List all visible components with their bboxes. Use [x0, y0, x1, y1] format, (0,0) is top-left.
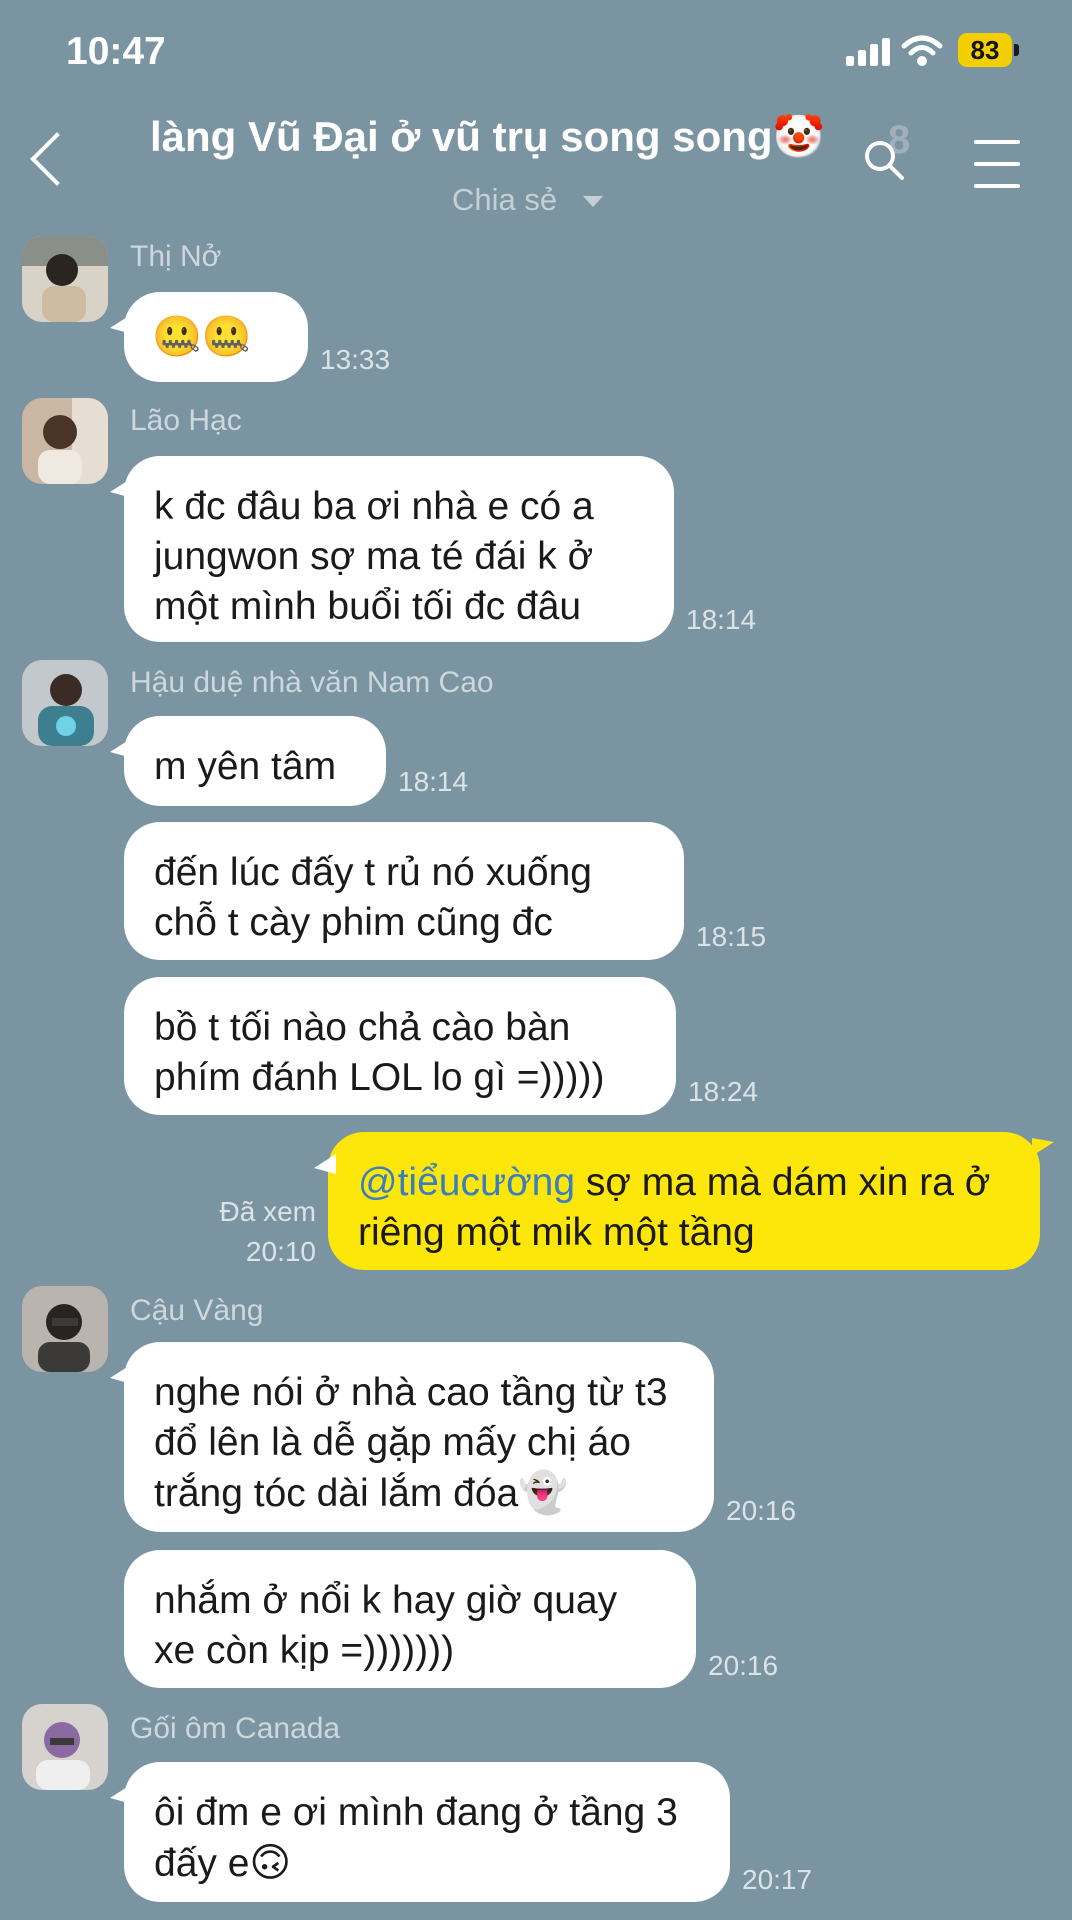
menu-icon[interactable] [974, 140, 1020, 190]
own-message-bubble[interactable]: @tiểucường sợ ma mà dám xin ra ở riêng m… [314, 1132, 1054, 1270]
message-bubble[interactable]: k đc đâu ba ơi nhà e có a jungwon sợ ma … [110, 456, 674, 642]
clown-emoji: 🤡 [772, 112, 825, 161]
message-time: 13:33 [320, 344, 391, 375]
message-text: 🤐🤐 [152, 314, 252, 360]
sender-name: Lão Hạc [130, 404, 242, 437]
sender-name: Hậu duệ nhà văn Nam Cao [130, 666, 494, 699]
message-time: 20:17 [742, 1864, 813, 1895]
share-label[interactable]: Chia sẻ [452, 182, 557, 218]
message-time: 18:24 [688, 1076, 759, 1107]
battery-cap [1014, 44, 1019, 56]
message-time: 18:14 [686, 604, 757, 635]
message-time: 20:16 [726, 1495, 797, 1526]
message-text: đến lúc đấy t rủ nó xuống chỗ t cày phim… [154, 851, 592, 944]
avatar[interactable] [22, 660, 108, 746]
message-bubble[interactable]: ôi đm e ơi mình đang ở tầng 3 đấy e🙃 [110, 1762, 730, 1902]
message-bubble[interactable]: m yên tâm [110, 716, 386, 806]
message-time: 20:10 [245, 1236, 316, 1267]
message-bubble[interactable]: nhắm ở nổi k hay giờ quay xe còn kịp =))… [124, 1550, 696, 1688]
upside-down-face-emoji: 🙃 [249, 1840, 292, 1886]
avatar[interactable] [22, 1704, 108, 1790]
message-text: k đc đâu ba ơi nhà e có a jungwon sợ ma … [154, 485, 594, 628]
avatar[interactable] [22, 1286, 108, 1372]
message-bubble[interactable]: đến lúc đấy t rủ nó xuống chỗ t cày phim… [124, 822, 684, 960]
ghost-emoji: 👻 [518, 1470, 569, 1516]
message-text: nhắm ở nổi k hay giờ quay xe còn kịp =))… [154, 1579, 618, 1672]
sender-name: Gối ôm Canada [130, 1712, 341, 1745]
back-icon[interactable] [30, 132, 84, 186]
message-time: 18:15 [696, 921, 767, 952]
status-time: 10:47 [66, 30, 166, 73]
chat-title-text: làng Vũ Đại ở vũ trụ song song [150, 113, 773, 160]
avatar[interactable] [22, 398, 108, 484]
avatar[interactable] [22, 236, 108, 322]
message-text: m yên tâm [154, 745, 337, 788]
mention-link[interactable]: @tiểucường [358, 1161, 575, 1204]
sender-name: Cậu Vàng [130, 1294, 264, 1327]
sender-name: Thị Nở [130, 240, 222, 273]
message-text: bồ t tối nào chả cào bàn phím đánh LOL l… [154, 1006, 605, 1099]
message-bubble[interactable]: nghe nói ở nhà cao tầng từ t3 đổ lên là … [110, 1342, 714, 1532]
message-bubble[interactable]: bồ t tối nào chả cào bàn phím đánh LOL l… [124, 977, 676, 1115]
battery-level: 83 [970, 35, 1000, 65]
message-bubble[interactable]: 🤐🤐 [110, 292, 308, 382]
chevron-down-icon[interactable] [583, 196, 603, 207]
cellular-signal-icon [846, 38, 890, 66]
message-text: nghe nói ở nhà cao tầng từ t3 đổ lên là … [154, 1371, 668, 1515]
message-time: 18:14 [398, 766, 469, 797]
message-text: ôi đm e ơi mình đang ở tầng 3 đấy e [154, 1791, 678, 1885]
search-icon[interactable] [864, 140, 904, 180]
seen-status: Đã xem [219, 1196, 316, 1227]
wifi-icon [901, 35, 943, 66]
chat-title[interactable]: làng Vũ Đại ở vũ trụ song song🤡 [150, 112, 890, 162]
message-time: 20:16 [708, 1650, 779, 1681]
